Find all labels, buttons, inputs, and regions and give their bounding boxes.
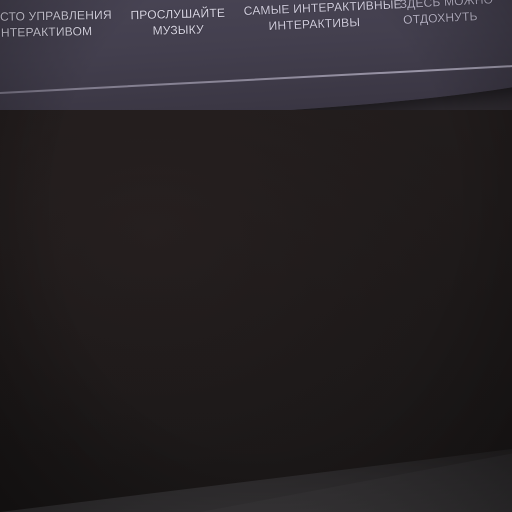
menu-item-line: МУЗЫКУ xyxy=(152,22,204,38)
menu-item-music: ПРОСЛУШАЙТЕ МУЗЫКУ xyxy=(128,5,229,40)
photo: ЕСТО УПРАВЛЕНИЯ ИНТЕРАКТИВОМ ПРОСЛУШАЙТЕ… xyxy=(0,0,512,512)
menu-item-line: ПРОСЛУШАЙТЕ xyxy=(130,5,226,23)
menu-item-control: ЕСТО УПРАВЛЕНИЯ ИНТЕРАКТИВОМ xyxy=(0,7,112,41)
menu-item-line: ИНТЕРАКТИВОМ xyxy=(0,24,93,40)
menu-item-line: ЕСТО УПРАВЛЕНИЯ xyxy=(0,7,112,24)
menu-item-rest: ЗДЕСЬ МОЖНО ОТДОХНУТЬ xyxy=(399,0,493,28)
menu-item-interactives: САМЫЕ ИНТЕРАКТИВНЫЕ ИНТЕРАКТИВЫ xyxy=(243,0,402,35)
menu-item-line: ОТДОХНУТЬ xyxy=(402,9,478,27)
dark-wall xyxy=(0,110,512,512)
screen-menu: ЕСТО УПРАВЛЕНИЯ ИНТЕРАКТИВОМ ПРОСЛУШАЙТЕ… xyxy=(0,0,512,60)
